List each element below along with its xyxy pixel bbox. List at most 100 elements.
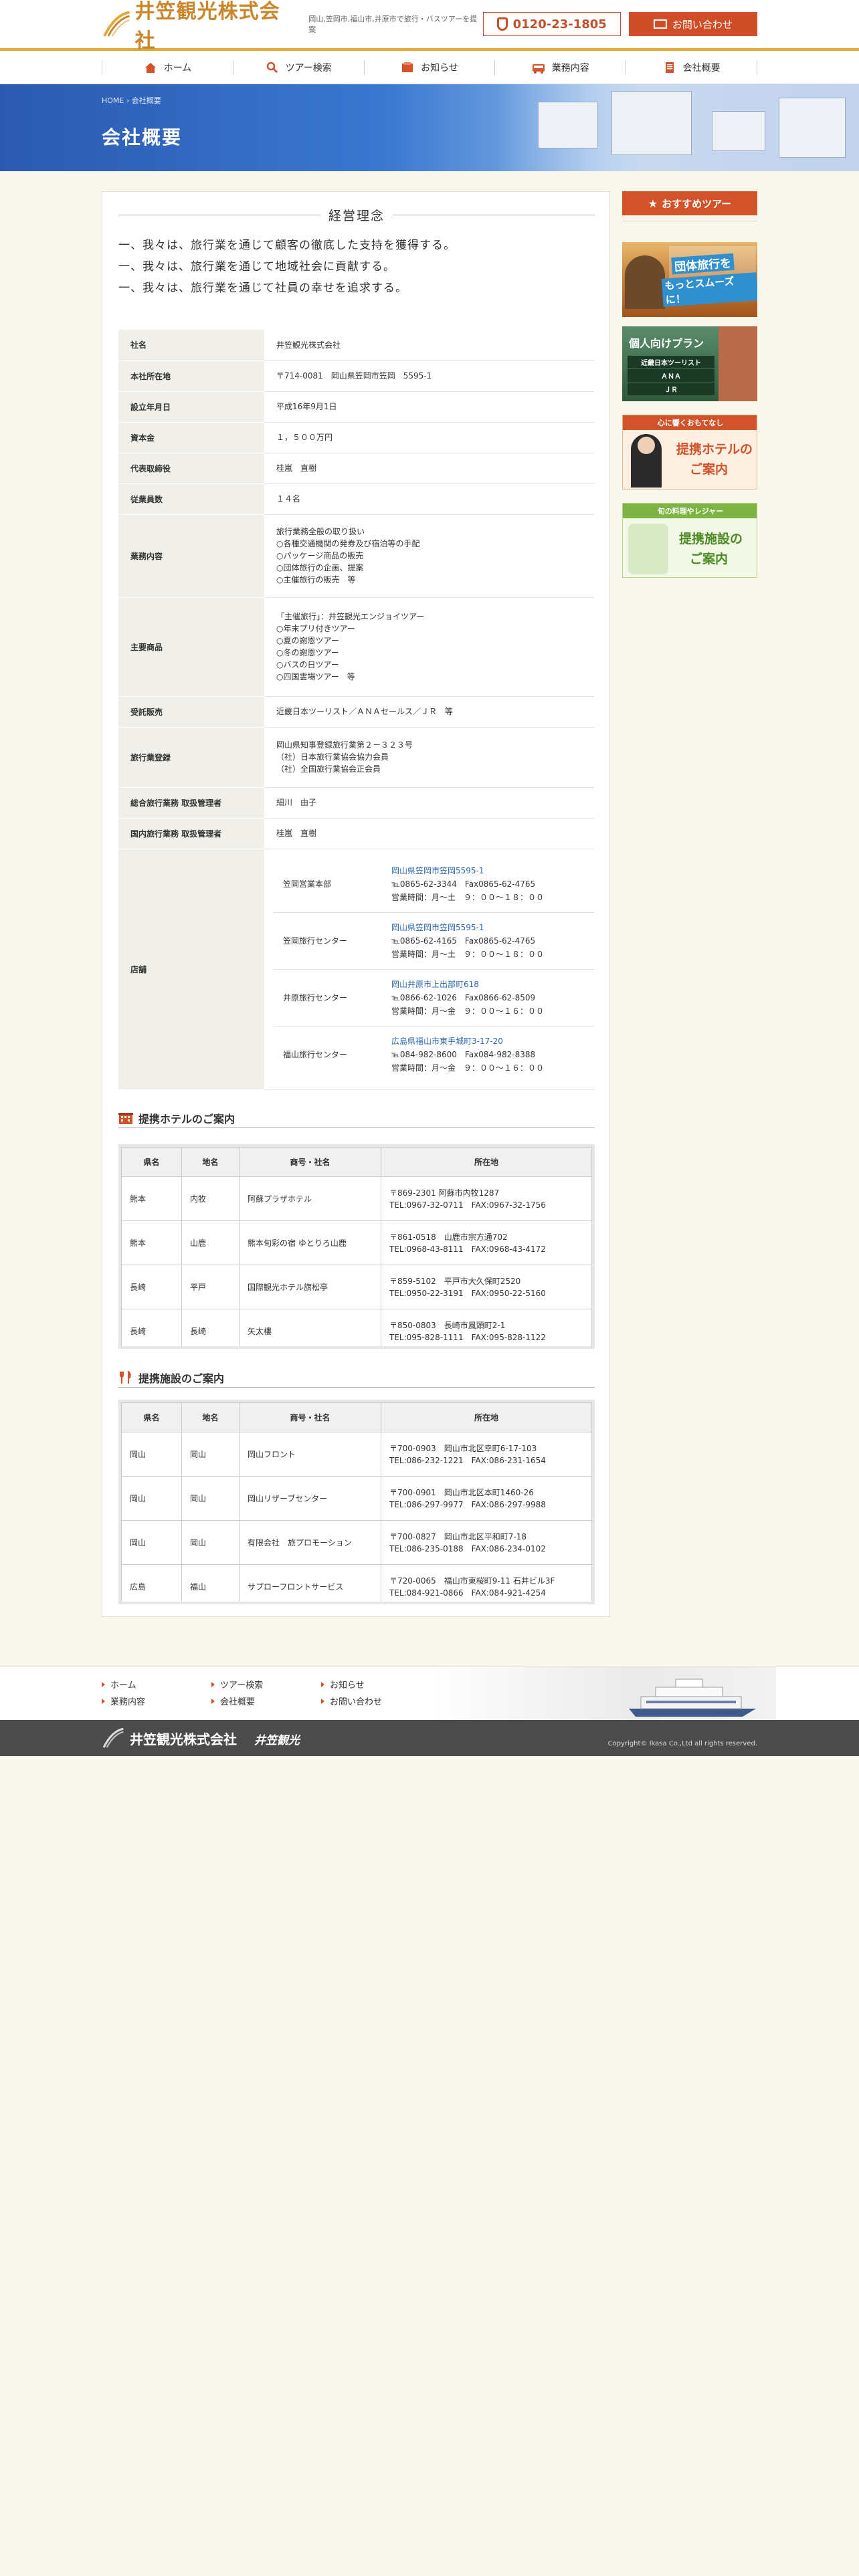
table-header-row: 県名 地名 商号・社名 所在地 — [121, 1402, 592, 1432]
row-value: 笠岡営業本部 岡山県笠岡市笠岡5595-1 ℡0865-62-3344 Fax086… — [264, 849, 595, 1090]
tel-button[interactable]: 0120-23-1805 — [482, 12, 621, 36]
table-row: 主要商品 「主催旅行」：井笠観光エンジョイツアー ○年末プリ付きツアー ○夏の謝恩… — [118, 597, 595, 697]
banner-line: ご案内 — [690, 462, 729, 477]
cell-pref: 熊本 — [121, 1176, 182, 1221]
shop-item: 井原旅行センター 岡山井原市上出部町618 ℡0866-62-1026 Fax086… — [274, 969, 595, 1027]
banner-partner-facilities[interactable]: 旬の料理やレジャー 提携施設の ご案内 — [622, 503, 757, 578]
site-logo[interactable]: 井笠観光株式会社 — [102, 0, 299, 53]
shop-address-link[interactable]: 岡山県笠岡市笠岡5595-1 — [391, 864, 591, 877]
nav-label: 会社概要 — [682, 63, 721, 74]
contact-button[interactable]: お問い合わせ — [628, 12, 757, 36]
cell-address: 〒700-0903 岡山市北区幸町6-17-103 TEL:086-232-12… — [381, 1432, 592, 1477]
shop-address-link[interactable]: 岡山県笠岡市笠岡5595-1 — [391, 921, 591, 934]
banner-group-travel[interactable]: 団体旅行を もっとスムーズに！ — [622, 242, 757, 317]
cell-pref: 長崎 — [121, 1309, 182, 1346]
shop-hours: 営業時間：月～金 ９：００～１６：００ — [391, 1006, 545, 1016]
footer-link-news[interactable]: お知らせ — [321, 1678, 431, 1691]
ship-image — [428, 1667, 776, 1721]
nav-item-search[interactable]: ツアー検索 — [232, 60, 364, 75]
col-header: 地名 — [181, 1402, 240, 1432]
cell-name: 岡山リザーブセンター — [239, 1476, 381, 1521]
row-label: 旅行業登録 — [118, 727, 264, 788]
shop-tel: ℡0865-62-3344 Fax0865-62-4765 — [391, 879, 536, 889]
hotel-icon — [118, 1112, 133, 1124]
shop-tel: ℡084-982-8600 Fax084-982-8388 — [391, 1049, 536, 1059]
banner-partner-hotels[interactable]: 心に響くおもてなし 提携ホテルの ご案内 — [622, 415, 757, 490]
footer-logo[interactable]: 井笠観光株式会社 — [102, 1727, 237, 1749]
nav-item-news[interactable]: お知らせ — [363, 60, 495, 75]
fork-knife-icon — [120, 1370, 131, 1384]
footer-bar: 井笠観光株式会社 井笠観光 Copyright© Ikasa Co.,Ltd a… — [0, 1720, 859, 1756]
row-value: 〒714-0081 岡山県笠岡市笠岡 5595-1 — [264, 360, 595, 392]
row-label: 国内旅行業務 取扱管理者 — [118, 818, 264, 849]
contact-label: お問い合わせ — [672, 18, 733, 31]
footer-link-home[interactable]: ホーム — [102, 1678, 211, 1691]
nav-item-company[interactable]: 会社概要 — [626, 60, 757, 75]
main-content: 経営理念 一、我々は、旅行業を通じて顧客の徹底した支持を獲得する。 一、我々は、… — [102, 191, 610, 1617]
cell-area: 平戸 — [181, 1265, 240, 1309]
footer-link-company[interactable]: 会社概要 — [211, 1695, 321, 1707]
col-header: 所在地 — [381, 1147, 592, 1177]
star-icon: ★ — [648, 197, 658, 210]
footer-link-contact[interactable]: お問い合わせ — [321, 1695, 431, 1707]
nav-item-home[interactable]: ホーム — [102, 60, 233, 75]
nav-label: お知らせ — [421, 63, 458, 74]
nav-item-business[interactable]: 業務内容 — [494, 60, 626, 75]
row-label: 本社所在地 — [118, 360, 264, 392]
shop-list: 笠岡営業本部 岡山県笠岡市笠岡5595-1 ℡0865-62-3344 Fax086… — [274, 855, 595, 1083]
cell-address: 〒859-5102 平戸市大久保町2520 TEL:0950-22-3191 F… — [381, 1265, 592, 1309]
row-value: 岡山県知事登録旅行業第２－３２３号 （社）日本旅行業協会協力会員 （社）全国旅行… — [264, 727, 595, 788]
hotels-heading: 提携ホテルのご案内 — [118, 1108, 595, 1128]
recommend-tour-button[interactable]: ★ おすすめツアー — [622, 191, 757, 215]
row-label: 代表取締役 — [118, 453, 264, 484]
hotels-table-box: 県名 地名 商号・社名 所在地 熊本 内牧 阿蘇プラザホテル 〒869-2301 阿蘇市内牧… — [118, 1144, 595, 1349]
shop-item: 福山旅行センター 広島県福山市東手城町3-17-20 ℡084-982-8600 F… — [274, 1026, 595, 1083]
table-row: 総合旅行業務 取扱管理者 細川 由子 — [118, 787, 595, 819]
search-icon — [266, 62, 278, 74]
bus-icon — [532, 64, 545, 74]
phone-icon — [496, 17, 508, 31]
cell-pref: 岡山 — [121, 1520, 182, 1565]
footer-links: ホーム ツアー検索 お知らせ 業務内容 会社概要 お問い合わせ — [102, 1678, 431, 1707]
shop-item: 笠岡営業本部 岡山県笠岡市笠岡5595-1 ℡0865-62-3344 Fax086… — [274, 855, 595, 913]
philosophy-line: 一、我々は、旅行業を通じて顧客の徹底した支持を獲得する。 — [118, 239, 456, 252]
breadcrumb[interactable]: HOME › 会社概要 — [102, 95, 161, 106]
cell-name: 国際観光ホテル旗松亭 — [239, 1265, 381, 1309]
shop-address-link[interactable]: 広島県福山市東手城町3-17-20 — [391, 1035, 591, 1048]
hotels-table: 県名 地名 商号・社名 所在地 熊本 内牧 阿蘇プラザホテル 〒869-2301 阿蘇市内牧… — [121, 1147, 592, 1346]
table-row: 長崎 長崎 矢太樓 〒850-0803 長崎市風頭町2-1 TEL:095-828-1… — [121, 1309, 592, 1346]
facilities-title: 提携施設のご案内 — [138, 1372, 225, 1385]
row-label: 受託販売 — [118, 696, 264, 728]
row-label: 社名 — [118, 330, 264, 361]
row-label: 総合旅行業務 取扱管理者 — [118, 787, 264, 819]
cell-area: 岡山 — [181, 1520, 240, 1565]
home-icon — [145, 63, 156, 73]
row-label: 従業員数 — [118, 484, 264, 515]
shop-hours: 営業時間：月～金 ９：００～１６：００ — [391, 1063, 545, 1073]
shop-tel: ℡0866-62-1026 Fax0866-62-8509 — [391, 992, 536, 1002]
cell-pref: 長崎 — [121, 1265, 182, 1309]
cell-pref: 岡山 — [121, 1476, 182, 1521]
shop-name: 福山旅行センター — [283, 1049, 348, 1059]
table-row: 国内旅行業務 取扱管理者 桂嵐 直樹 — [118, 818, 595, 849]
row-value: 旅行業務全般の取り扱い ○各種交通機関の発券及び宿泊等の手配 ○パッケージ商品の… — [264, 514, 595, 598]
table-row: 資本金 １，５００万円 — [118, 422, 595, 453]
col-header: 商号・社名 — [239, 1402, 381, 1432]
table-row: 社名 井笠観光株式会社 — [118, 330, 595, 361]
hotels-title: 提携ホテルのご案内 — [138, 1112, 235, 1125]
facilities-heading: 提携施設のご案内 — [118, 1368, 595, 1388]
banner-line: ＡＮＡ — [628, 369, 714, 382]
banner-line: ＪＲ — [628, 383, 714, 395]
footer-link-search[interactable]: ツアー検索 — [211, 1678, 321, 1691]
nav-label: ホーム — [163, 63, 192, 74]
cell-pref: 広島 — [121, 1564, 182, 1602]
table-row: 本社所在地 〒714-0081 岡山県笠岡市笠岡 5595-1 — [118, 360, 595, 392]
banner-personal-plan[interactable]: 個人向けプラン 近畿日本ツーリスト ＡＮＡ ＪＲ — [622, 326, 757, 401]
shop-address-link[interactable]: 岡山井原市上出部町618 — [391, 978, 591, 991]
shop-name: 笠岡営業本部 — [274, 855, 387, 913]
col-header: 地名 — [181, 1147, 240, 1177]
row-value: 平成16年9月1日 — [264, 391, 595, 423]
footer-link-business[interactable]: 業務内容 — [102, 1695, 211, 1707]
cell-name: サプローフロントサービス — [239, 1564, 381, 1602]
philosophy-line: 一、我々は、旅行業を通じて地域社会に貢献する。 — [118, 260, 395, 274]
